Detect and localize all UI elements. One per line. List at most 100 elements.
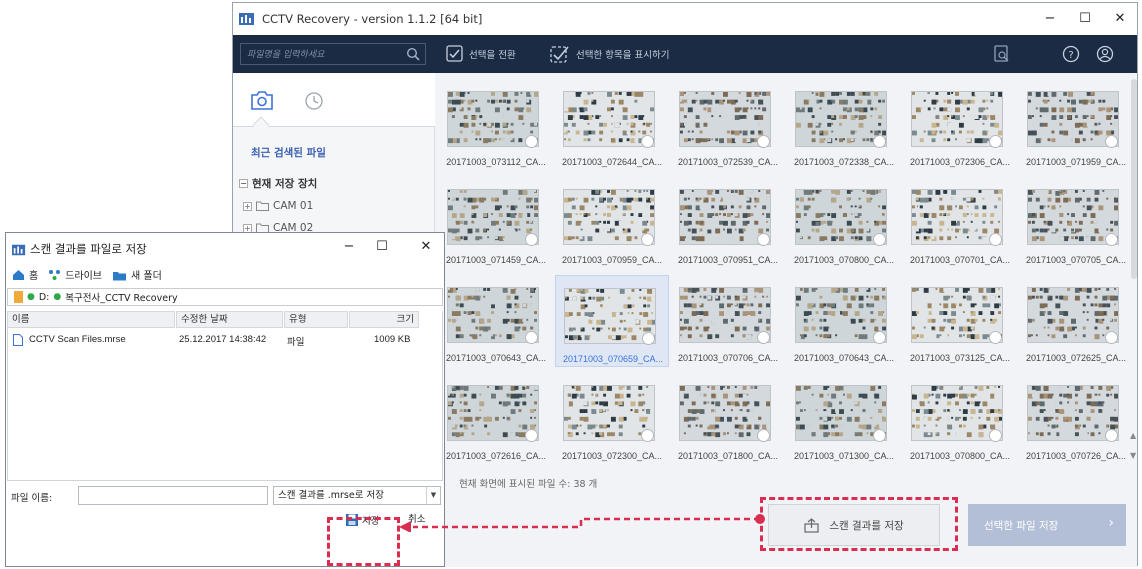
thumbnail-check-icon[interactable]: [757, 233, 770, 246]
path-bar[interactable]: ● D: ● 복구전사_CCTV Recovery: [7, 288, 443, 306]
thumbnail-item[interactable]: 20171003_070659_CA...: [555, 275, 669, 367]
show-selected-button[interactable]: 선택한 항목을 표시하기: [550, 45, 669, 63]
thumbnail-item[interactable]: 20171003_072300_CA...: [555, 373, 669, 465]
thumbnail-check-icon[interactable]: [757, 135, 770, 148]
nav-new-folder-button[interactable]: 새 폴더: [112, 267, 162, 282]
nav-drive-button[interactable]: 드라이브: [48, 267, 102, 282]
thumbnail-item[interactable]: 20171003_072616_CA...: [439, 373, 553, 465]
thumbnail-item[interactable]: 20171003_071800_CA...: [671, 373, 785, 465]
dropdown-arrow-icon[interactable]: ▼: [426, 487, 440, 504]
scroll-down-icon[interactable]: ▼: [1130, 451, 1136, 460]
thumbnail-check-icon[interactable]: [873, 331, 886, 344]
thumbnail-check-icon[interactable]: [873, 135, 886, 148]
thumbnail-check-icon[interactable]: [1105, 331, 1118, 344]
thumbnail-item[interactable]: 20171003_070701_CA...: [903, 177, 1017, 269]
tree-current-device[interactable]: − 현재 저장 장치: [239, 176, 317, 191]
thumbnail-check-icon[interactable]: [757, 331, 770, 344]
clock-icon[interactable]: [304, 91, 324, 111]
file-list-header: 이름 수정한 날짜 유형 크기: [7, 311, 443, 329]
column-type[interactable]: 유형: [284, 311, 348, 328]
nav-home-label: 홈: [29, 271, 39, 282]
thumbnail-check-icon[interactable]: [873, 233, 886, 246]
thumbnail-label: 20171003_070959_CA...: [561, 255, 663, 265]
vertical-scrollbar[interactable]: ▲ ▼: [1130, 79, 1137, 471]
maximize-button[interactable]: ☐: [1075, 9, 1095, 29]
filename-input[interactable]: [78, 486, 268, 505]
path-drive[interactable]: D:: [39, 292, 50, 303]
column-modified[interactable]: 수정한 날짜: [176, 311, 283, 328]
show-selected-label: 선택한 항목을 표시하기: [576, 50, 670, 61]
thumbnail-check-icon[interactable]: [642, 332, 655, 345]
collapse-icon[interactable]: −: [239, 179, 248, 188]
thumbnail-item[interactable]: 20171003_072306_CA...: [903, 79, 1017, 171]
dialog-minimize-button[interactable]: −: [339, 237, 359, 257]
drive-icon: [49, 269, 61, 280]
toggle-selection-button[interactable]: 선택을 전환: [446, 45, 516, 62]
filetype-select[interactable]: 스캔 결과를 .mrse로 저장 ▼: [273, 486, 441, 505]
app-logo-icon: [239, 13, 254, 25]
thumbnail-item[interactable]: 20171003_073112_CA...: [439, 79, 553, 171]
thumbnail-check-icon[interactable]: [1105, 429, 1118, 442]
thumbnail-item[interactable]: 20171003_071300_CA...: [787, 373, 901, 465]
thumbnail-check-icon[interactable]: [641, 429, 654, 442]
thumbnail-check-icon[interactable]: [525, 233, 538, 246]
thumbnail-check-icon[interactable]: [525, 135, 538, 148]
column-name[interactable]: 이름: [7, 311, 175, 328]
thumbnail-item[interactable]: 20171003_072625_CA...: [1019, 275, 1133, 367]
thumbnail-check-icon[interactable]: [1105, 233, 1118, 246]
thumbnail-check-icon[interactable]: [989, 429, 1002, 442]
save-selected-files-button[interactable]: 선택한 파일 저장 ›: [968, 504, 1126, 546]
thumbnail-check-icon[interactable]: [525, 429, 538, 442]
file-count-status: 현재 화면에 표시된 파일 수: 38 개: [459, 479, 598, 490]
dialog-close-button[interactable]: ✕: [416, 237, 436, 257]
search-input[interactable]: [247, 47, 397, 62]
thumbnail-check-icon[interactable]: [525, 331, 538, 344]
recent-files-link[interactable]: 최근 검색된 파일: [251, 145, 326, 160]
file-row[interactable]: CCTV Scan Files.mrse 25.12.2017 14:38:42…: [7, 333, 443, 349]
thumbnail-item[interactable]: 20171003_072644_CA...: [555, 79, 669, 171]
thumbnail-item[interactable]: 20171003_072338_CA...: [787, 79, 901, 171]
thumbnail-item[interactable]: 20171003_070959_CA...: [555, 177, 669, 269]
thumbnail-check-icon[interactable]: [757, 429, 770, 442]
thumbnail-item[interactable]: 20171003_070951_CA...: [671, 177, 785, 269]
nav-home-button[interactable]: 홈: [12, 267, 38, 282]
thumbnail-label: 20171003_071800_CA...: [677, 451, 779, 461]
thumbnail-check-icon[interactable]: [641, 233, 654, 246]
app-logo-icon: [12, 244, 26, 256]
thumbnail-label: 20171003_071459_CA...: [445, 255, 547, 265]
camera-icon[interactable]: [250, 89, 274, 111]
thumbnail-item[interactable]: 20171003_070705_CA...: [1019, 177, 1133, 269]
search-icon[interactable]: [406, 47, 420, 61]
expand-icon[interactable]: +: [243, 201, 252, 211]
minimize-button[interactable]: −: [1040, 9, 1060, 29]
thumbnail-check-icon[interactable]: [989, 135, 1002, 148]
scrollbar-thumb[interactable]: [1131, 79, 1137, 279]
search-box[interactable]: [240, 43, 426, 65]
column-size[interactable]: 크기: [349, 311, 419, 328]
thumbnail-item[interactable]: 20171003_073125_CA...: [903, 275, 1017, 367]
thumbnail-check-icon[interactable]: [873, 429, 886, 442]
dialog-maximize-button[interactable]: ☐: [372, 237, 392, 257]
user-icon[interactable]: [1096, 45, 1114, 63]
thumbnail-item[interactable]: 20171003_070800_CA...: [787, 177, 901, 269]
file-type: 파일: [287, 337, 305, 348]
thumbnail-item[interactable]: 20171003_071959_CA...: [1019, 79, 1133, 171]
thumbnail-item[interactable]: 20171003_071459_CA...: [439, 177, 553, 269]
tree-item-cam-01[interactable]: + CAM 01: [243, 200, 313, 212]
thumbnail-item[interactable]: 20171003_070726_CA...: [1019, 373, 1133, 465]
thumbnail-check-icon[interactable]: [989, 331, 1002, 344]
thumbnail-check-icon[interactable]: [641, 135, 654, 148]
thumbnail-item[interactable]: 20171003_070800_CA...: [903, 373, 1017, 465]
scroll-up-icon[interactable]: ▲: [1130, 431, 1136, 440]
thumbnail-item[interactable]: 20171003_070706_CA...: [671, 275, 785, 367]
path-folder[interactable]: 복구전사_CCTV Recovery: [65, 290, 177, 304]
thumbnail-check-icon[interactable]: [989, 233, 1002, 246]
thumbnail-check-icon[interactable]: [1105, 135, 1118, 148]
thumbnail-item[interactable]: 20171003_072539_CA...: [671, 79, 785, 171]
preview-search-icon[interactable]: [993, 45, 1011, 63]
help-icon[interactable]: ?: [1062, 45, 1080, 63]
thumbnail-item[interactable]: 20171003_070643_CA...: [787, 275, 901, 367]
close-button[interactable]: ✕: [1110, 9, 1130, 29]
thumbnail-item[interactable]: 20171003_070643_CA...: [439, 275, 553, 367]
thumbnail-label: 20171003_072338_CA...: [793, 157, 895, 167]
